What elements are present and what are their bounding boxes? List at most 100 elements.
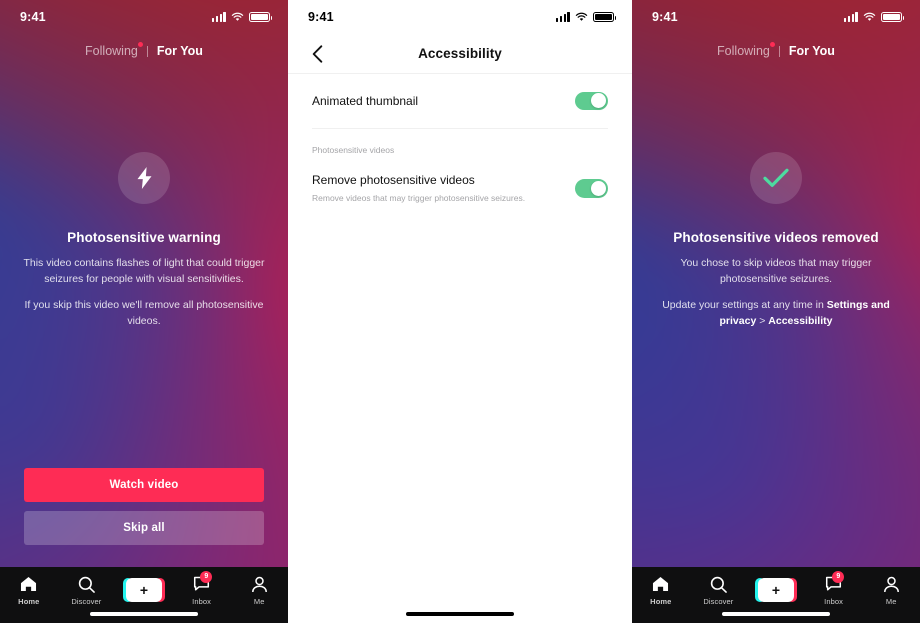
status-bar: 9:41: [632, 0, 920, 34]
feed-tab-separator: [146, 45, 148, 57]
remove-photosensitive-videos-toggle[interactable]: [575, 179, 608, 198]
create-plus-icon[interactable]: +: [122, 578, 165, 602]
feed-tab-following-dot-badge: [137, 42, 143, 47]
home-indicator: [406, 612, 514, 616]
tab-inbox[interactable]: 9 Inbox: [805, 570, 863, 606]
checkmark-icon: [763, 168, 789, 187]
overlay-paragraph-2: If you skip this video we'll remove all …: [24, 298, 264, 327]
tab-me[interactable]: Me: [230, 575, 288, 606]
lightning-bolt-icon: [137, 167, 151, 189]
search-icon: [710, 575, 727, 594]
wifi-icon: [863, 12, 876, 21]
overlay-p2-mid: >: [756, 314, 769, 327]
setting-row-remove-photosensitive-videos[interactable]: Remove photosensitive videos Remove vide…: [288, 160, 632, 217]
setting-row-text: Remove photosensitive videos Remove vide…: [312, 160, 525, 217]
inbox-badge: 9: [200, 570, 213, 583]
tab-home[interactable]: Home: [632, 575, 690, 606]
home-icon: [652, 575, 669, 594]
page-title: Accessibility: [418, 46, 502, 61]
three-panel-screenshot: 9:41 Following For You Photosensitive wa…: [0, 0, 920, 623]
tab-me-label: Me: [885, 596, 897, 606]
settings-nav-bar: Accessibility: [288, 34, 632, 74]
animated-thumbnail-toggle[interactable]: [575, 91, 608, 111]
tab-inbox-label: Inbox: [824, 596, 843, 606]
create-plus-glyph: +: [771, 582, 781, 598]
cellular-signal-icon: [211, 12, 226, 22]
tab-create[interactable]: +: [747, 578, 805, 602]
tab-create[interactable]: +: [115, 578, 173, 602]
lightning-bolt-icon-wrapper: [118, 152, 170, 204]
feed-tab-following-label: Following: [717, 44, 770, 58]
search-icon: [78, 575, 95, 594]
wifi-icon: [575, 12, 588, 21]
cellular-signal-icon: [555, 12, 570, 22]
toggle-knob: [591, 93, 607, 109]
profile-icon: [883, 575, 900, 594]
chevron-left-icon[interactable]: [306, 43, 328, 65]
feed-tab-for-you[interactable]: For You: [789, 44, 835, 58]
feed-tab-following[interactable]: Following: [717, 42, 775, 58]
overlay-p2-bold-accessibility: Accessibility: [768, 314, 833, 327]
create-plus-icon[interactable]: +: [754, 578, 797, 602]
tab-discover-label: Discover: [703, 596, 734, 606]
feed-tab-separator: [778, 45, 780, 57]
section-label-photosensitive-videos: Photosensitive videos: [312, 145, 395, 155]
status-bar-time: 9:41: [652, 10, 678, 24]
panel-photosensitive-warning: 9:41 Following For You Photosensitive wa…: [0, 0, 288, 623]
status-bar-icons: [211, 11, 273, 23]
setting-row-animated-thumbnail[interactable]: Animated thumbnail: [288, 74, 632, 128]
battery-icon: [881, 11, 905, 23]
feed-tab-following-dot-badge: [769, 42, 775, 47]
home-indicator: [722, 612, 830, 616]
tab-inbox-label: Inbox: [192, 596, 211, 606]
inbox-badge: 9: [832, 570, 845, 583]
feed-tabs: Following For You: [632, 36, 920, 66]
tab-discover[interactable]: Discover: [58, 575, 116, 606]
status-bar: 9:41: [288, 0, 632, 34]
panel-accessibility-settings: 9:41 Accessibility Animated thumbnail Ph…: [288, 0, 632, 623]
warning-actions: Watch video Skip all: [24, 468, 264, 545]
tab-inbox[interactable]: 9 Inbox: [173, 570, 231, 606]
status-bar-time: 9:41: [20, 10, 46, 24]
feed-tab-following-label: Following: [85, 44, 138, 58]
status-bar-icons: [843, 11, 905, 23]
panel-videos-removed-confirmation: 9:41 Following For You Photosensitive vi…: [632, 0, 920, 623]
checkmark-icon-wrapper: [750, 152, 802, 204]
setting-row-title: Remove photosensitive videos: [312, 173, 475, 187]
feed-tab-for-you[interactable]: For You: [157, 44, 203, 58]
feed-tab-following[interactable]: Following: [85, 42, 143, 58]
tab-home-label: Home: [650, 596, 672, 606]
home-icon: [20, 575, 37, 594]
setting-row-text: Animated thumbnail: [312, 81, 418, 122]
create-plus-glyph: +: [139, 582, 149, 598]
overlay-title: Photosensitive videos removed: [673, 230, 879, 245]
tab-me[interactable]: Me: [862, 575, 920, 606]
overlay-p2-prefix: Update your settings at any time in: [662, 298, 827, 311]
battery-icon: [593, 11, 617, 23]
status-bar-time: 9:41: [308, 10, 334, 24]
tab-discover[interactable]: Discover: [690, 575, 748, 606]
setting-row-subtitle: Remove videos that may trigger photosens…: [312, 192, 526, 203]
tab-me-label: Me: [253, 596, 265, 606]
profile-icon: [251, 575, 268, 594]
wifi-icon: [231, 12, 244, 21]
overlay-paragraph-1: You chose to skip videos that may trigge…: [680, 257, 872, 285]
watch-video-button[interactable]: Watch video: [24, 468, 264, 502]
battery-icon: [249, 11, 273, 23]
tab-home[interactable]: Home: [0, 575, 58, 606]
tab-discover-label: Discover: [71, 596, 102, 606]
setting-row-title: Animated thumbnail: [312, 93, 419, 108]
feed-tabs: Following For You: [0, 36, 288, 66]
overlay-paragraph-1: This video contains flashes of light tha…: [23, 257, 265, 285]
warning-overlay: Photosensitive warning This video contai…: [0, 152, 288, 330]
status-bar: 9:41: [0, 0, 288, 34]
confirmation-overlay: Photosensitive videos removed You chose …: [632, 152, 920, 330]
overlay-title: Photosensitive warning: [67, 230, 221, 245]
home-indicator: [90, 612, 198, 616]
skip-all-button[interactable]: Skip all: [24, 511, 264, 545]
tab-home-label: Home: [18, 596, 40, 606]
overlay-paragraph-2: Update your settings at any time in Sett…: [648, 298, 904, 330]
toggle-knob: [591, 180, 607, 196]
cellular-signal-icon: [843, 12, 858, 22]
status-bar-icons: [555, 11, 617, 23]
